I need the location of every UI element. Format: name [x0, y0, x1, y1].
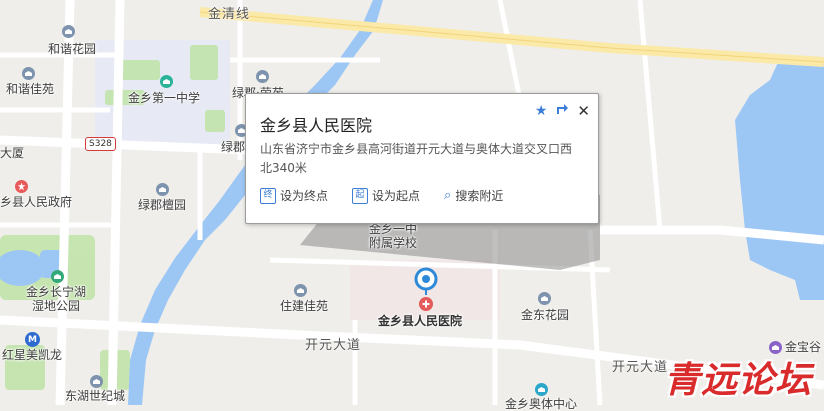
metro-icon: M [25, 332, 40, 347]
place-info-popup: ★ ✕ 金乡县人民医院 山东省济宁市金乡县高河街道开元大道与奥体大道交叉口西北3… [245, 93, 599, 224]
poi-label-bottom-mid[interactable]: 金乡奥体中心 [505, 397, 577, 411]
poi-label-hongxing[interactable]: 红星美凯龙 [2, 348, 62, 362]
residence-icon [538, 292, 551, 305]
poi-label-donghu[interactable]: 东湖世纪城 [65, 389, 125, 403]
poi-label-zhujian[interactable]: 住建佳苑 [280, 299, 328, 313]
origin-icon: 起 [352, 187, 369, 204]
poi-label-changning-1[interactable]: 金乡长宁湖 [26, 285, 86, 299]
popup-address: 山东省济宁市金乡县高河街道开元大道与奥体大道交叉口西北340米 [260, 142, 573, 175]
set-origin-label: 设为起点 [372, 189, 421, 203]
residence-icon [256, 70, 269, 83]
residence-icon [22, 67, 35, 80]
school-icon [160, 75, 173, 88]
forum-watermark: 青远论坛 [663, 359, 812, 401]
map-pin-icon [414, 267, 438, 311]
popup-actions: 终 设为终点 起 设为起点 ⌕ 搜索附近 [260, 187, 503, 204]
destination-icon: 终 [260, 187, 276, 204]
residence-icon [90, 375, 103, 388]
set-destination-label: 设为终点 [280, 189, 329, 203]
poi-label-changning-2[interactable]: 湿地公园 [32, 299, 80, 313]
popup-toolbar: ★ ✕ [535, 102, 590, 119]
search-nearby-button[interactable]: ⌕ 搜索附近 [444, 187, 503, 204]
poi-label-jindong[interactable]: 金东花园 [521, 308, 569, 322]
park-icon [51, 270, 64, 283]
popup-title: 金乡县人民医院 [260, 116, 373, 135]
set-origin-button[interactable]: 起 设为起点 [352, 187, 420, 204]
star-icon[interactable]: ★ [535, 104, 548, 118]
poi-label-affil-1[interactable]: 金乡一中 [369, 222, 417, 236]
poi-label-gov[interactable]: 乡县人民政府 [0, 195, 72, 209]
road-label-kaiyuan-east: 开元大道 [612, 360, 669, 375]
road-label-jinqing: 金清线 [208, 7, 251, 22]
location-marker[interactable] [414, 267, 438, 321]
close-icon[interactable]: ✕ [577, 103, 590, 118]
poi-label-lvjun-tanyuan[interactable]: 绿郡檀园 [138, 198, 186, 212]
poi-label-affil-2[interactable]: 附属学校 [369, 236, 417, 250]
residence-icon [156, 183, 169, 196]
poi-label-lvjun[interactable]: 绿郡 [221, 140, 245, 154]
residence-icon [294, 284, 307, 297]
stadium-icon [535, 383, 548, 396]
government-icon [15, 180, 28, 193]
poi-label-hexie-jiayuan[interactable]: 和谐佳苑 [6, 82, 54, 96]
search-nearby-label: 搜索附近 [455, 189, 504, 203]
residence-icon [62, 25, 75, 38]
route-shield-s328: S328 [85, 137, 116, 151]
poi-label-hexie-garden[interactable]: 和谐花园 [48, 42, 96, 56]
search-icon: ⌕ [444, 188, 452, 203]
road-label-kaiyuan: 开元大道 [305, 338, 362, 353]
poi-label-jx-no1-middle[interactable]: 金乡第一中学 [128, 91, 200, 105]
share-icon[interactable] [555, 102, 569, 119]
set-destination-button[interactable]: 终 设为终点 [260, 187, 328, 204]
poi-label-dasha[interactable]: 大厦 [0, 146, 24, 160]
